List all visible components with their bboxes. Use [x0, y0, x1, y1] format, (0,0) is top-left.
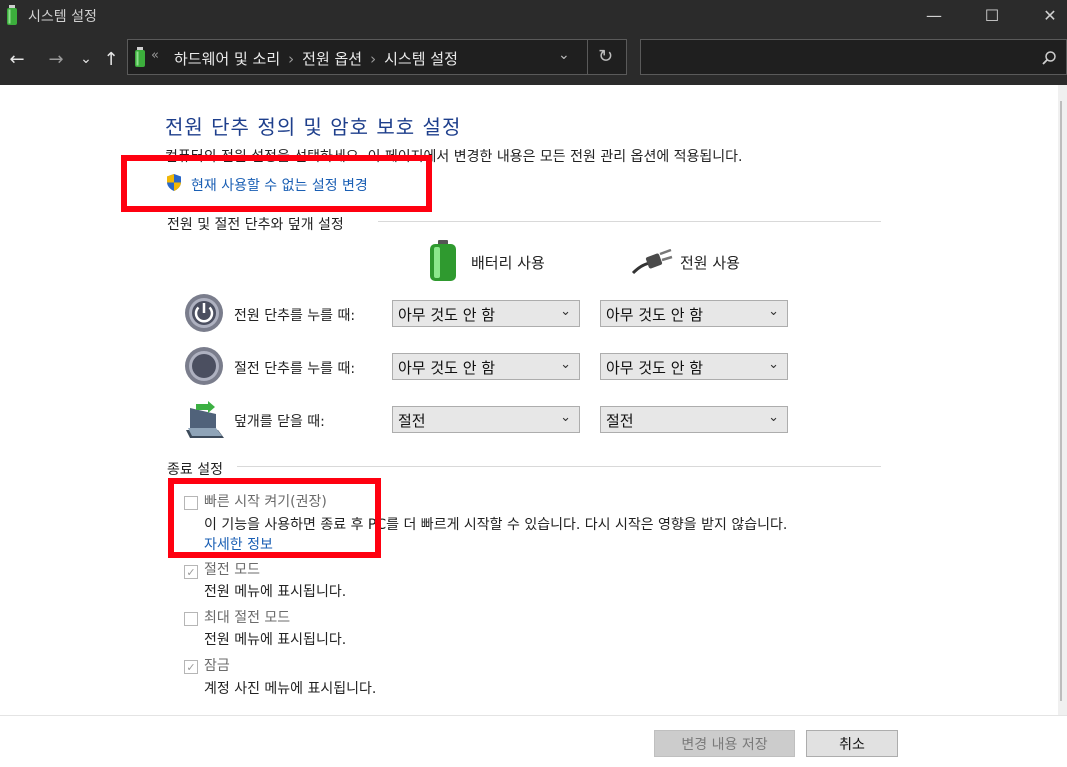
chevron-down-icon: ⌄: [768, 357, 779, 372]
search-input[interactable]: [645, 44, 1029, 72]
recent-locations-button[interactable]: ⌄: [74, 47, 98, 71]
section-divider: [237, 466, 881, 467]
page-title: 전원 단추 정의 및 암호 보호 설정: [165, 115, 462, 139]
vertical-scrollbar[interactable]: [1058, 85, 1067, 715]
breadcrumb-item-hardware-sound[interactable]: 하드웨어 및 소리: [174, 50, 280, 68]
sleep-option-description: 전원 메뉴에 표시됩니다.: [204, 584, 347, 600]
lid-close-battery-select[interactable]: 절전 ⌄: [392, 406, 580, 433]
search-icon[interactable]: [1041, 50, 1057, 66]
highlight-box: [121, 155, 432, 212]
power-button-label: 전원 단추를 누를 때:: [234, 308, 356, 324]
refresh-button[interactable]: ↻: [598, 46, 613, 67]
save-changes-button[interactable]: 변경 내용 저장: [654, 730, 795, 757]
navigation-bar: ← → ⌄ ↑ « 하드웨어 및 소리 › 전원 옵션 › 시스템 설정 ⌄ ↻: [0, 30, 1067, 85]
hibernate-option-label: 최대 절전 모드: [204, 610, 291, 626]
back-button[interactable]: ←: [5, 47, 29, 71]
selected-value: 절전: [606, 412, 634, 430]
battery-column-header: 배터리 사용: [471, 254, 545, 272]
sleep-button-battery-select[interactable]: 아무 것도 안 함 ⌄: [392, 353, 580, 380]
title-bar: 시스템 설정 — ☐ ✕: [0, 0, 1067, 30]
sleep-option-label: 절전 모드: [204, 562, 260, 578]
battery-icon: [430, 240, 456, 281]
forward-button[interactable]: →: [44, 47, 68, 71]
check-icon: ✓: [186, 660, 196, 674]
chevron-right-icon[interactable]: ›: [370, 50, 376, 68]
plugged-in-column-header: 전원 사용: [680, 254, 740, 272]
hibernate-option-description: 전원 메뉴에 표시됩니다.: [204, 632, 347, 648]
laptop-lid-icon: [186, 401, 224, 438]
maximize-button[interactable]: ☐: [969, 0, 1015, 30]
selected-value: 아무 것도 안 함: [606, 359, 704, 377]
power-plug-icon: [631, 249, 673, 275]
power-button-icon: [185, 294, 223, 332]
lock-checkbox[interactable]: ✓: [184, 660, 198, 674]
sleep-button-label: 절전 단추를 누를 때:: [234, 361, 356, 377]
selected-value: 아무 것도 안 함: [606, 306, 704, 324]
sleep-checkbox[interactable]: ✓: [184, 565, 198, 579]
check-icon: ✓: [186, 565, 196, 579]
power-options-icon: [7, 5, 17, 25]
divider: [587, 40, 588, 74]
window-title: 시스템 설정: [28, 9, 97, 25]
lid-close-plugged-select[interactable]: 절전 ⌄: [600, 406, 788, 433]
highlight-box: [168, 478, 381, 558]
hibernate-checkbox[interactable]: [184, 612, 198, 626]
section-title-buttons: 전원 및 절전 단추와 덮개 설정: [167, 217, 344, 233]
footer-bar: 변경 내용 저장 취소: [0, 715, 1067, 767]
lock-option-label: 잠금: [204, 658, 230, 674]
chevron-right-icon[interactable]: ›: [288, 50, 294, 68]
power-button-plugged-select[interactable]: 아무 것도 안 함 ⌄: [600, 300, 788, 327]
address-bar[interactable]: « 하드웨어 및 소리 › 전원 옵션 › 시스템 설정 ⌄ ↻: [127, 39, 627, 75]
selected-value: 절전: [398, 412, 426, 430]
selected-value: 아무 것도 안 함: [398, 306, 496, 324]
chevron-down-icon: ⌄: [560, 357, 571, 372]
scrollbar-thumb[interactable]: [1060, 101, 1062, 701]
sleep-button-plugged-select[interactable]: 아무 것도 안 함 ⌄: [600, 353, 788, 380]
power-button-battery-select[interactable]: 아무 것도 안 함 ⌄: [392, 300, 580, 327]
selected-value: 아무 것도 안 함: [398, 359, 496, 377]
power-options-icon: [135, 47, 145, 67]
sleep-button-icon: [185, 347, 223, 385]
minimize-button[interactable]: —: [911, 0, 957, 30]
chevron-down-icon: ⌄: [768, 304, 779, 319]
section-divider: [378, 221, 881, 222]
breadcrumb-item-system-settings[interactable]: 시스템 설정: [384, 50, 458, 68]
close-button[interactable]: ✕: [1027, 0, 1067, 30]
breadcrumb-item-power-options[interactable]: 전원 옵션: [302, 50, 362, 68]
chevron-down-icon: ⌄: [768, 410, 779, 425]
search-box[interactable]: [640, 39, 1067, 75]
lid-close-label: 덮개를 닫을 때:: [234, 414, 325, 430]
up-button[interactable]: ↑: [99, 47, 123, 71]
section-title-shutdown: 종료 설정: [167, 462, 223, 478]
lock-option-description: 계정 사진 메뉴에 표시됩니다.: [204, 681, 377, 697]
cancel-button[interactable]: 취소: [806, 730, 898, 757]
breadcrumb-overflow-icon[interactable]: «: [151, 48, 159, 63]
chevron-down-icon: ⌄: [560, 410, 571, 425]
breadcrumb: 하드웨어 및 소리 › 전원 옵션 › 시스템 설정: [174, 48, 458, 69]
address-dropdown-button[interactable]: ⌄: [558, 47, 570, 63]
chevron-down-icon: ⌄: [560, 304, 571, 319]
